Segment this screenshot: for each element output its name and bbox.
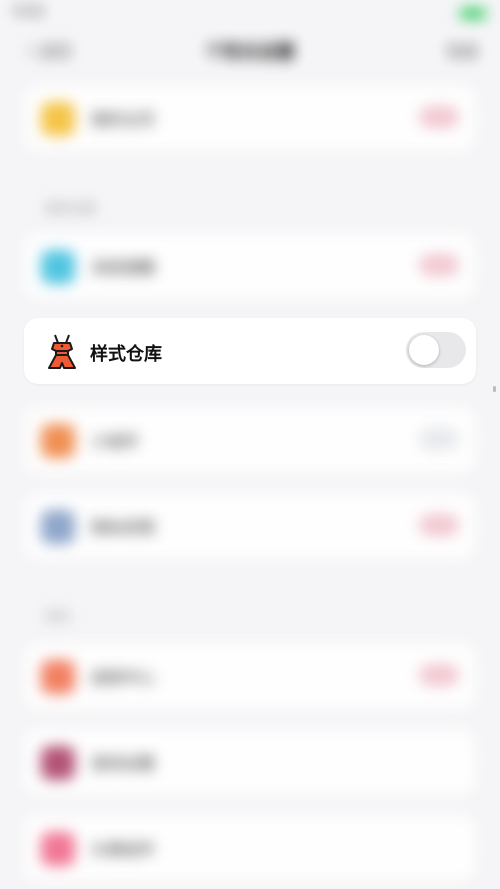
battery-icon — [460, 8, 486, 19]
section-header: 其他 — [44, 610, 71, 625]
done-button[interactable]: 完成 — [446, 38, 478, 62]
section-header: 通用设置 — [44, 202, 97, 217]
row-icon — [41, 746, 75, 780]
settings-row[interactable]: 小组件 — [25, 408, 475, 472]
dress-icon — [44, 333, 80, 371]
settings-row[interactable]: 音效设置 — [25, 730, 475, 794]
status-bar: 9:41 — [0, 0, 500, 28]
status-time: 9:41 — [14, 4, 46, 20]
style-warehouse-toggle[interactable] — [406, 332, 466, 368]
row-toggle[interactable] — [419, 106, 459, 128]
row-label: 隐私权限 — [91, 518, 156, 537]
row-label: 皮肤中心 — [91, 668, 156, 687]
row-toggle[interactable] — [419, 664, 459, 686]
row-icon — [41, 660, 75, 694]
page-title: 个性化设置 — [205, 42, 295, 63]
row-icon — [41, 102, 75, 136]
row-icon — [41, 832, 75, 866]
settings-row[interactable]: 隐私权限 — [25, 494, 475, 558]
row-label: 头像挂件 — [91, 840, 156, 859]
settings-row[interactable]: 皮肤中心 — [25, 644, 475, 708]
row-icon — [41, 424, 75, 458]
style-warehouse-setting[interactable]: 样式仓库 — [24, 318, 476, 384]
blurred-background: 9:41 〈 返回 个性化设置 完成 我的主页 通用设置 消息提醒 小组件 隐私… — [0, 0, 500, 889]
scroll-indicator — [493, 386, 496, 392]
settings-row[interactable]: 消息提醒 — [25, 234, 475, 298]
toggle-knob — [409, 335, 439, 365]
row-icon — [41, 250, 75, 284]
row-toggle[interactable] — [419, 428, 459, 450]
navigation-bar: 〈 返回 个性化设置 完成 — [0, 30, 500, 70]
row-toggle[interactable] — [419, 514, 459, 536]
settings-row[interactable]: 我的主页 — [25, 86, 475, 150]
settings-row[interactable]: 头像挂件 — [25, 816, 475, 880]
row-toggle[interactable] — [419, 254, 459, 276]
row-label: 小组件 — [91, 432, 140, 451]
row-label: 音效设置 — [91, 754, 156, 773]
row-label: 消息提醒 — [91, 258, 156, 277]
row-label: 我的主页 — [91, 110, 156, 129]
row-icon — [41, 510, 75, 544]
setting-label: 样式仓库 — [90, 344, 162, 365]
